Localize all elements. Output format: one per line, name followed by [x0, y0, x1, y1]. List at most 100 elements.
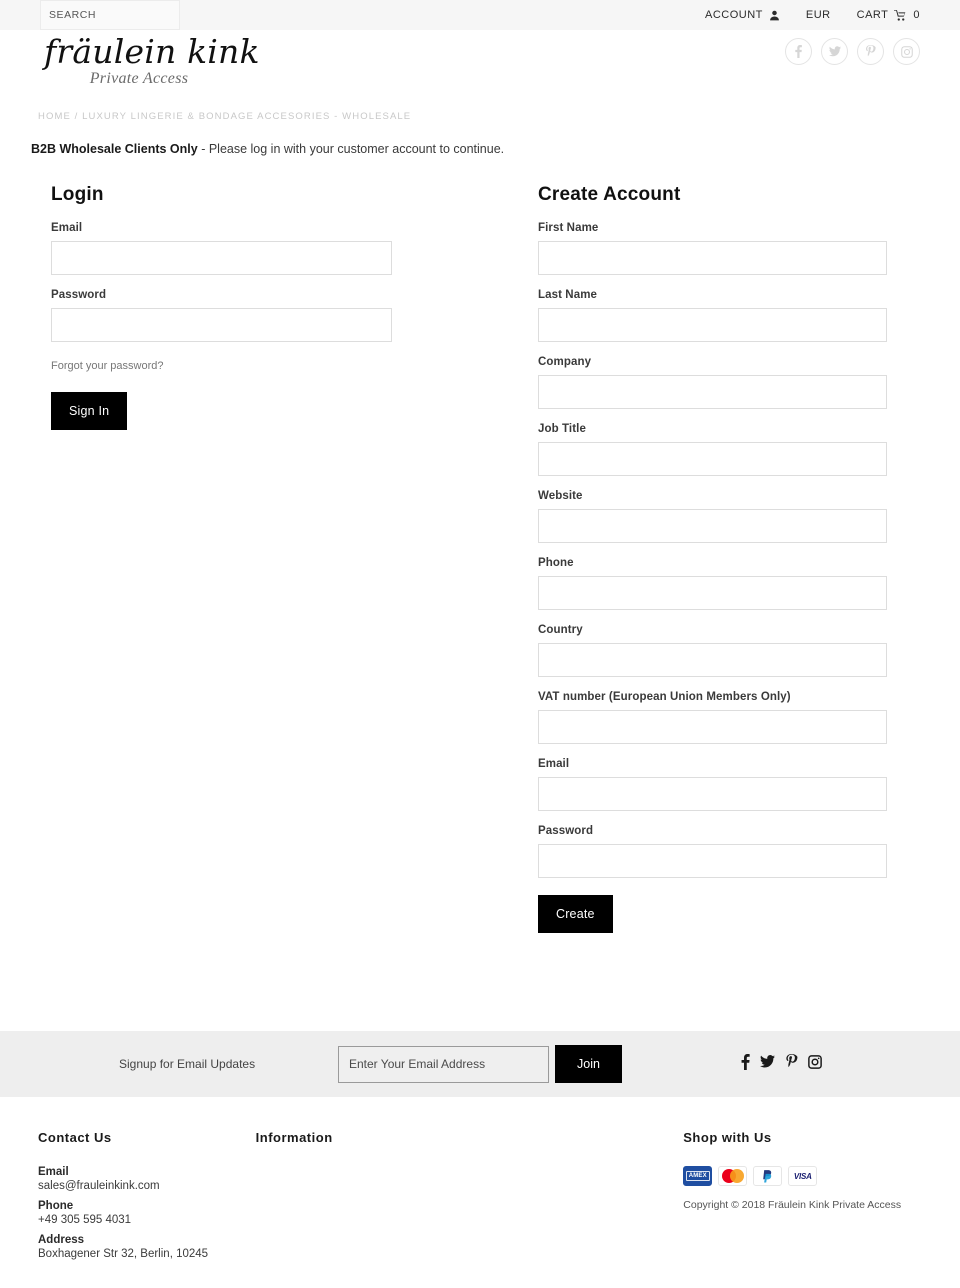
visa-icon: VISA [788, 1166, 818, 1186]
footer-address-value: Boxhagener Str 32, Berlin, 10245 [38, 1248, 209, 1260]
login-password-input[interactable] [51, 308, 392, 342]
breadcrumb-separator: / [70, 111, 83, 122]
facebook-icon[interactable] [785, 38, 812, 65]
visa-label: VISA [793, 1171, 812, 1181]
create-country-field: Country [537, 624, 922, 677]
create-country-label: Country [537, 624, 583, 636]
mastercard-icon [718, 1166, 748, 1186]
instagram-icon[interactable] [893, 38, 920, 65]
twitter-icon[interactable] [821, 38, 848, 65]
breadcrumb: HOME / LUXURY LINGERIE & BONDAGE ACCESOR… [38, 105, 960, 122]
create-phone-label: Phone [537, 557, 574, 569]
main-content: Login Email Password Forgot your passwor… [0, 184, 960, 933]
login-email-field: Email [51, 222, 527, 275]
footer-contact-title: Contact Us [38, 1130, 112, 1145]
account-label: ACCOUNT [705, 9, 763, 21]
breadcrumb-home[interactable]: HOME [38, 111, 71, 122]
login-password-field: Password [51, 289, 527, 342]
wholesale-notice-text: - Please log in with your customer accou… [197, 142, 505, 156]
footer-phone-label: Phone [38, 1200, 74, 1212]
create-website-label: Website [537, 490, 583, 502]
amex-icon: AMEX [683, 1166, 713, 1186]
create-first-name-input[interactable] [537, 241, 887, 275]
cart-label: CART [856, 9, 889, 21]
cart-icon [894, 9, 907, 21]
login-email-label: Email [51, 222, 83, 234]
footer-address-label: Address [38, 1234, 85, 1246]
create-email-label: Email [537, 758, 570, 770]
create-account-title: Create Account [537, 184, 681, 205]
twitter-icon[interactable] [760, 1055, 775, 1073]
create-first-name-field: First Name [537, 222, 922, 275]
create-button-wrap: Create [537, 895, 922, 933]
top-bar: ACCOUNT EUR CART 0 [0, 0, 960, 30]
create-account-button[interactable]: Create [537, 895, 613, 933]
footer-shop-title: Shop with Us [683, 1130, 772, 1145]
facebook-icon[interactable] [741, 1053, 750, 1075]
create-vat-number-field: VAT number (European Union Members Only) [537, 691, 922, 744]
header-social-links [785, 38, 920, 65]
copyright-text: Copyright © 2018 Fräulein Kink Private A… [683, 1199, 902, 1211]
instagram-icon[interactable] [808, 1054, 822, 1074]
create-last-name-field: Last Name [537, 289, 922, 342]
create-vat-number-label: VAT number (European Union Members Only) [537, 691, 791, 703]
create-last-name-label: Last Name [537, 289, 598, 301]
footer-information-column: Information [256, 1130, 684, 1268]
sign-in-button[interactable]: Sign In [51, 392, 128, 430]
newsletter-social-links [741, 1053, 822, 1075]
site-footer: Contact Us Email sales@frauleinkink.com … [0, 1097, 960, 1288]
footer-email-label: Email [38, 1166, 69, 1178]
account-link[interactable]: ACCOUNT [705, 9, 780, 21]
create-country-input[interactable] [537, 643, 887, 677]
footer-contact-column: Contact Us Email sales@frauleinkink.com … [38, 1130, 256, 1268]
create-password-input[interactable] [537, 844, 887, 878]
logo-brand-name: fräulein kink [44, 32, 260, 71]
cart-link[interactable]: CART 0 [857, 9, 920, 21]
login-email-input[interactable] [51, 241, 392, 275]
create-company-field: Company [537, 356, 922, 409]
search-input[interactable] [41, 1, 179, 29]
search-box[interactable] [40, 0, 180, 30]
masthead: fräulein kink Private Access [0, 30, 960, 105]
create-password-label: Password [537, 825, 594, 837]
amex-label: AMEX [685, 1171, 710, 1181]
breadcrumb-current: LUXURY LINGERIE & BONDAGE ACCESORIES - W… [82, 111, 412, 122]
create-job-title-field: Job Title [537, 423, 922, 476]
paypal-icon [753, 1166, 783, 1186]
create-phone-input[interactable] [537, 576, 887, 610]
logo-tagline: Private Access [89, 70, 189, 87]
create-phone-field: Phone [537, 557, 922, 610]
create-website-field: Website [537, 490, 922, 543]
pinterest-icon[interactable] [857, 38, 884, 65]
create-account-fields: First Name Last Name Company Job Title Websi… [537, 222, 922, 878]
currency-selector[interactable]: EUR [806, 9, 831, 21]
newsletter-join-button[interactable]: Join [555, 1045, 622, 1083]
create-email-field: Email [537, 758, 922, 811]
newsletter-email-input[interactable] [338, 1045, 549, 1083]
site-logo[interactable]: fräulein kink Private Access [44, 32, 260, 89]
forgot-password-link[interactable]: Forgot your password? [51, 360, 164, 372]
pinterest-icon[interactable] [785, 1054, 798, 1074]
footer-email-value[interactable]: sales@frauleinkink.com [38, 1180, 256, 1192]
signin-button-wrap: Sign In [51, 392, 527, 430]
create-company-input[interactable] [537, 375, 887, 409]
wholesale-notice: B2B Wholesale Clients Only - Please log … [31, 142, 960, 156]
create-password-field: Password [537, 825, 922, 878]
user-icon [769, 10, 780, 21]
newsletter-label: Signup for Email Updates [119, 1057, 256, 1071]
create-first-name-label: First Name [537, 222, 599, 234]
wholesale-notice-bold: B2B Wholesale Clients Only [31, 142, 198, 156]
login-panel: Login Email Password Forgot your passwor… [38, 184, 527, 933]
create-last-name-input[interactable] [537, 308, 887, 342]
currency-label: EUR [805, 9, 831, 21]
login-password-label: Password [51, 289, 107, 301]
cart-count: 0 [913, 9, 920, 21]
create-vat-number-input[interactable] [537, 710, 887, 744]
create-email-input[interactable] [537, 777, 887, 811]
top-navigation: ACCOUNT EUR CART 0 [705, 9, 920, 21]
payment-methods: AMEX VISA [683, 1166, 922, 1186]
newsletter-bar: Signup for Email Updates Join [0, 1031, 960, 1097]
create-job-title-input[interactable] [537, 442, 887, 476]
create-website-input[interactable] [537, 509, 887, 543]
footer-shop-column: Shop with Us AMEX VISA Copyright © 2018 … [683, 1130, 922, 1268]
